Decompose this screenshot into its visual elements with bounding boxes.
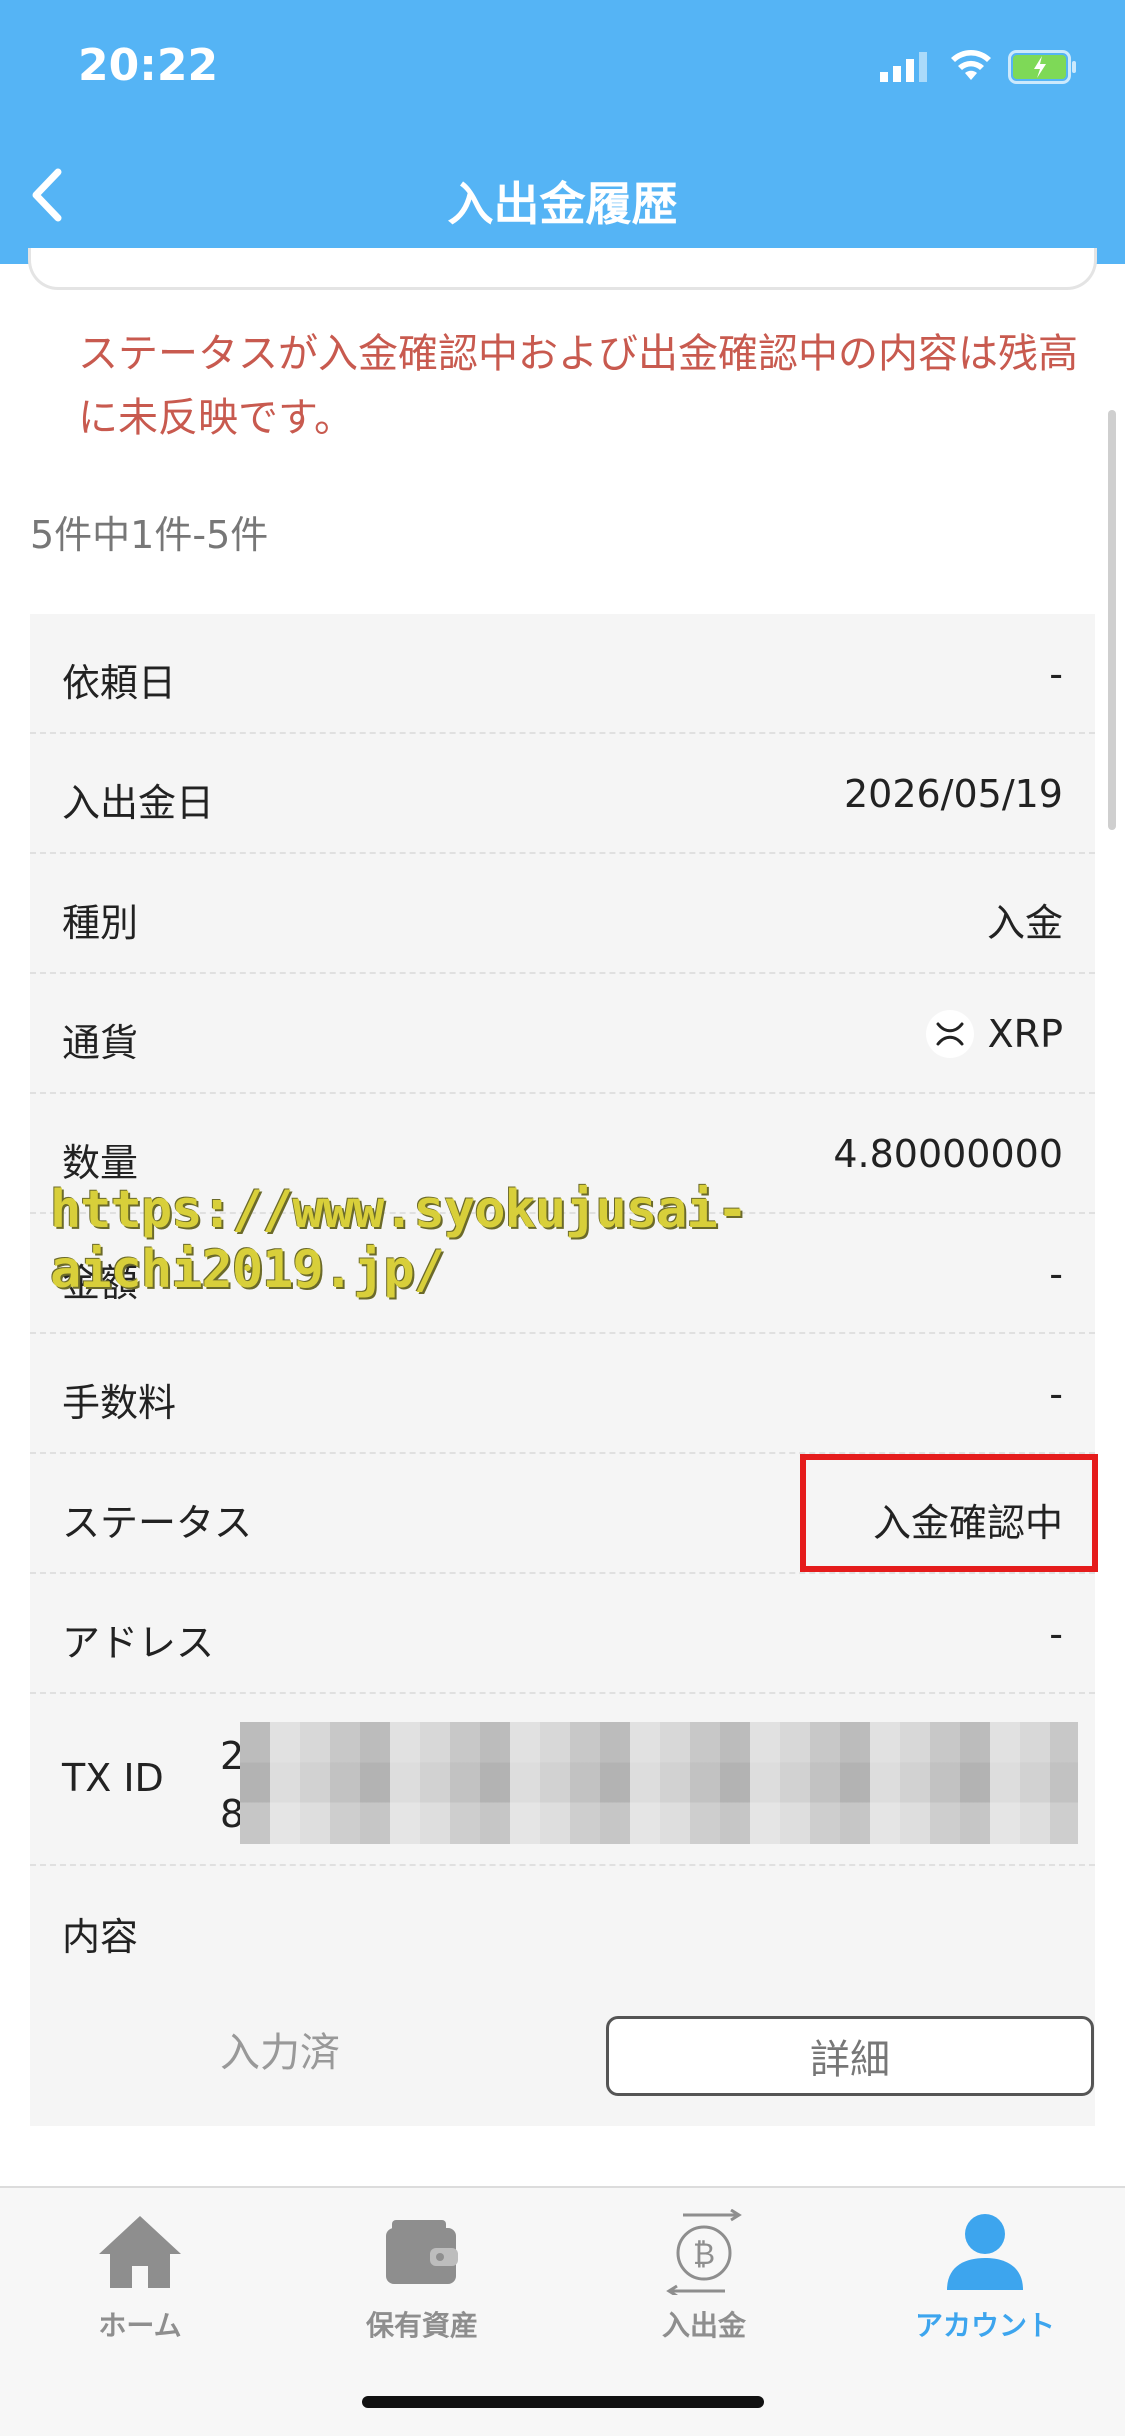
watermark-url: https://www.syokujusai-aichi2019.jp/ bbox=[50, 1180, 748, 1300]
cellular-signal-icon bbox=[880, 52, 927, 82]
row-fee: 手数料 - bbox=[30, 1334, 1095, 1454]
account-icon bbox=[947, 2214, 1023, 2290]
balance-notice: ステータスが入金確認中および出金確認中の内容は残高に未反映です。 bbox=[78, 331, 1078, 441]
row-label: 種別 bbox=[62, 901, 139, 945]
tab-holdings[interactable]: 保有資産 bbox=[282, 2206, 562, 2344]
detail-button[interactable]: 詳細 bbox=[606, 2016, 1094, 2096]
battery-charging-icon bbox=[1008, 50, 1076, 84]
status-time: 20:22 bbox=[78, 40, 219, 91]
xrp-icon bbox=[925, 1010, 974, 1058]
row-label: 数量 bbox=[62, 1141, 139, 1185]
row-label: 内容 bbox=[62, 1915, 139, 1959]
tx-id-mosaic-overlay bbox=[240, 1722, 1078, 1844]
home-icon bbox=[99, 2216, 181, 2288]
row-label: 入出金日 bbox=[62, 781, 215, 825]
result-count: 5件中1件-5件 bbox=[30, 513, 269, 557]
tab-account[interactable]: アカウント bbox=[845, 2206, 1125, 2344]
previous-card-edge bbox=[28, 248, 1097, 290]
row-tx-id: TX ID 2 8 bbox=[30, 1694, 1095, 1866]
bitcoin-transfer-icon: ₿ bbox=[666, 2209, 742, 2295]
row-address: アドレス - bbox=[30, 1574, 1095, 1694]
page-title: 入出金履歴 bbox=[447, 177, 678, 231]
tab-home[interactable]: ホーム bbox=[0, 2206, 280, 2344]
row-label: ステータス bbox=[62, 1501, 253, 1545]
row-label: 通貨 bbox=[62, 1021, 139, 1065]
row-value: 4.80000000 bbox=[833, 1132, 1063, 1176]
currency-code: XRP bbox=[987, 1012, 1063, 1056]
tab-label: アカウント bbox=[914, 2309, 1055, 2342]
row-label: アドレス bbox=[62, 1621, 215, 1665]
tab-deposit-withdraw[interactable]: ₿ 入出金 bbox=[564, 2206, 844, 2344]
entered-status-label: 入力済 bbox=[220, 2030, 340, 2076]
row-value: 2026/05/19 bbox=[843, 772, 1063, 816]
wifi-icon bbox=[951, 50, 991, 80]
row-label: 手数料 bbox=[62, 1381, 177, 1425]
row-value: - bbox=[1049, 1612, 1063, 1656]
app-header: 20:22 入出金履歴 bbox=[0, 0, 1125, 264]
svg-text:₿: ₿ bbox=[693, 2237, 715, 2272]
row-value: - bbox=[1049, 1372, 1063, 1416]
wallet-icon bbox=[386, 2220, 458, 2284]
row-value: - bbox=[1049, 652, 1063, 696]
tab-label: ホーム bbox=[98, 2309, 182, 2342]
scrollbar[interactable] bbox=[1108, 410, 1116, 830]
row-label: 依頼日 bbox=[62, 661, 177, 705]
row-request-date: 依頼日 - bbox=[30, 614, 1095, 734]
row-transaction-date: 入出金日 2026/05/19 bbox=[30, 734, 1095, 854]
row-content: 内容 bbox=[30, 1866, 1095, 1986]
tab-label: 保有資産 bbox=[365, 2309, 478, 2342]
currency-value: XRP bbox=[925, 1006, 1063, 1062]
row-type: 種別 入金 bbox=[30, 854, 1095, 974]
row-label: TX ID bbox=[62, 1756, 164, 1800]
transaction-record-card: 依頼日 - 入出金日 2026/05/19 種別 入金 通貨 XRP 数量 4.… bbox=[30, 614, 1095, 2126]
row-value: 入金 bbox=[986, 901, 1063, 945]
status-highlight-box bbox=[800, 1454, 1098, 1572]
home-indicator[interactable] bbox=[362, 2396, 764, 2408]
tab-label: 入出金 bbox=[661, 2309, 746, 2342]
row-currency: 通貨 XRP bbox=[30, 974, 1095, 1094]
